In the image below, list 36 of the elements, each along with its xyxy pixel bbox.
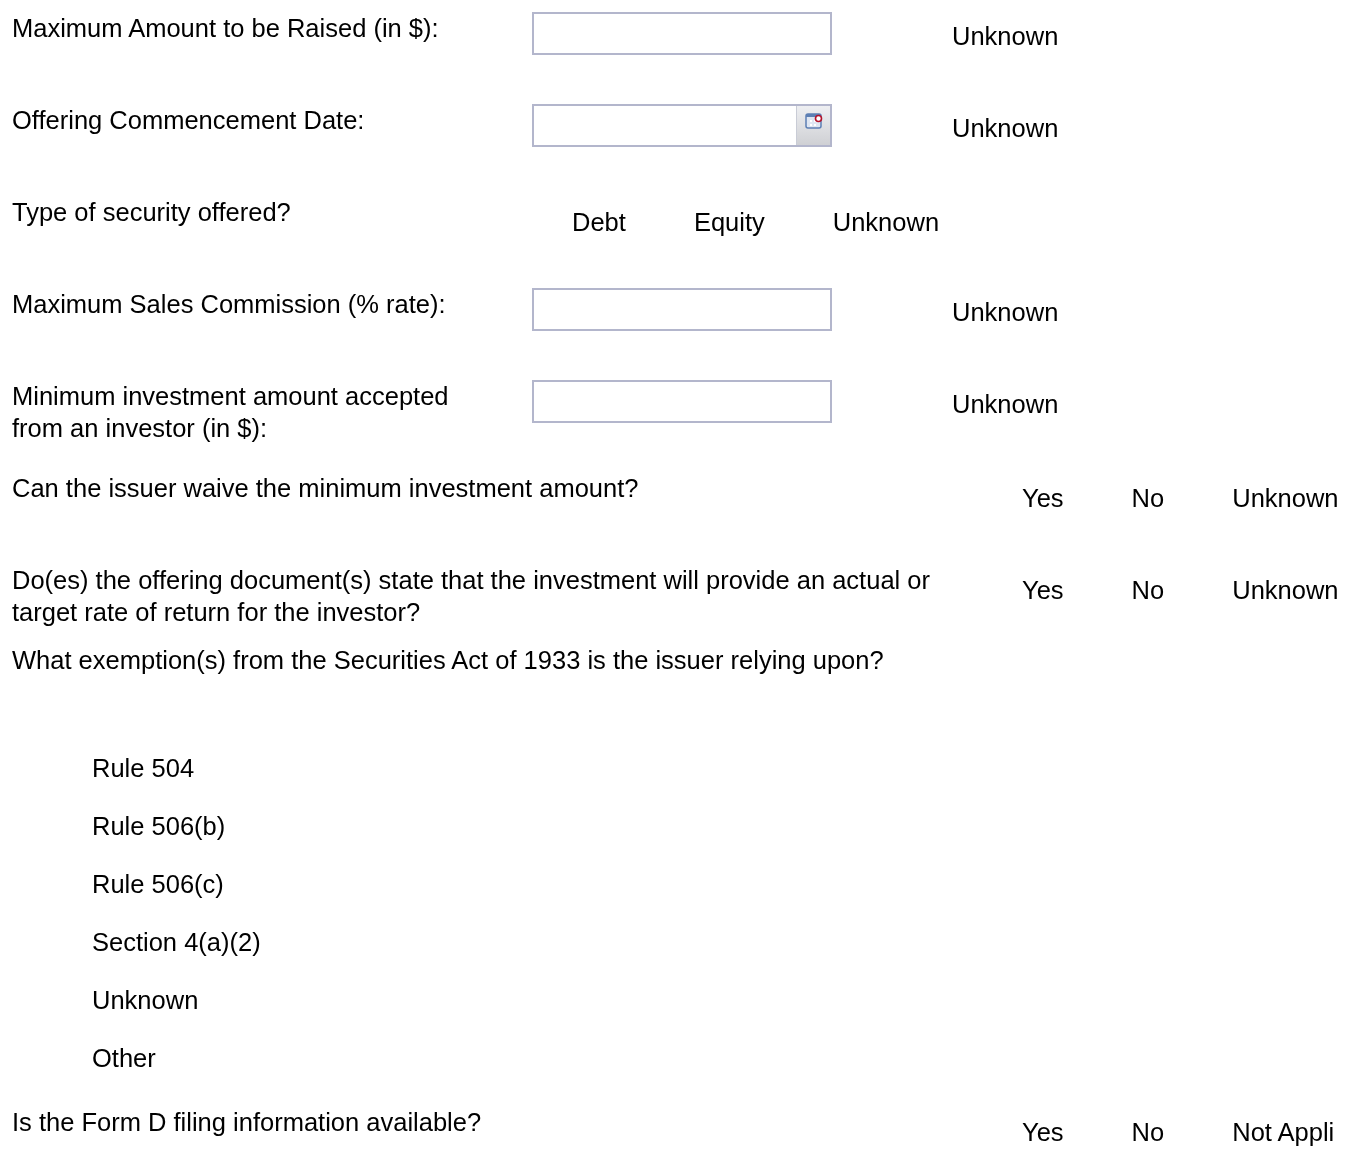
field-label: Type of security offered? xyxy=(12,197,292,228)
input-field[interactable] xyxy=(532,380,832,423)
field-label: Offering Commencement Date: xyxy=(12,105,366,136)
input-field[interactable] xyxy=(532,288,832,331)
option-label: Unknown xyxy=(952,297,1059,328)
option-label[interactable]: Section 4(a)(2) xyxy=(92,926,261,958)
option-label[interactable]: Unknown xyxy=(1232,574,1339,606)
option-label[interactable]: Rule 506(c) xyxy=(92,868,261,900)
field-label: Is the Form D filing information available? xyxy=(12,1107,483,1138)
option-label[interactable]: Unknown xyxy=(832,206,940,238)
option-label[interactable]: Rule 506(b) xyxy=(92,810,261,842)
option-label[interactable]: Debt xyxy=(572,206,626,238)
option-label[interactable]: Unknown xyxy=(92,984,261,1016)
field-label: Maximum Sales Commission (% rate): xyxy=(12,289,447,320)
field-label: Do(es) the offering document(s) state that the investment will provide an actual or target rate of return for the investor? xyxy=(12,565,931,628)
option-label[interactable]: Rule 504 xyxy=(92,752,261,784)
option-label[interactable]: Yes xyxy=(1022,482,1064,514)
date-field[interactable] xyxy=(532,104,832,147)
field-label: Maximum Amount to be Raised (in $): xyxy=(12,13,440,44)
field-label: What exemption(s) from the Securities Act of 1933 is the issuer relying upon? xyxy=(12,645,885,676)
option-label[interactable]: Not Appli xyxy=(1232,1116,1335,1148)
field-label: Can the issuer waive the minimum investment amount? xyxy=(12,473,640,504)
option-label[interactable]: No xyxy=(1131,574,1165,606)
option-label[interactable]: Other xyxy=(92,1042,261,1074)
option-label: Unknown xyxy=(952,113,1059,144)
input-field[interactable] xyxy=(532,12,832,55)
option-label[interactable]: Unknown xyxy=(1232,482,1339,514)
field-label: Minimum investment amount accepted from an investor (in $): xyxy=(12,381,450,444)
option-label: Unknown xyxy=(952,21,1059,52)
option-label[interactable]: Equity xyxy=(693,206,765,238)
calendar-icon[interactable] xyxy=(804,112,823,130)
option-label[interactable]: No xyxy=(1131,1116,1165,1148)
option-label: Unknown xyxy=(952,389,1059,420)
option-label[interactable]: No xyxy=(1131,482,1165,514)
option-label[interactable]: Yes xyxy=(1022,1116,1064,1148)
option-label[interactable]: Yes xyxy=(1022,574,1064,606)
